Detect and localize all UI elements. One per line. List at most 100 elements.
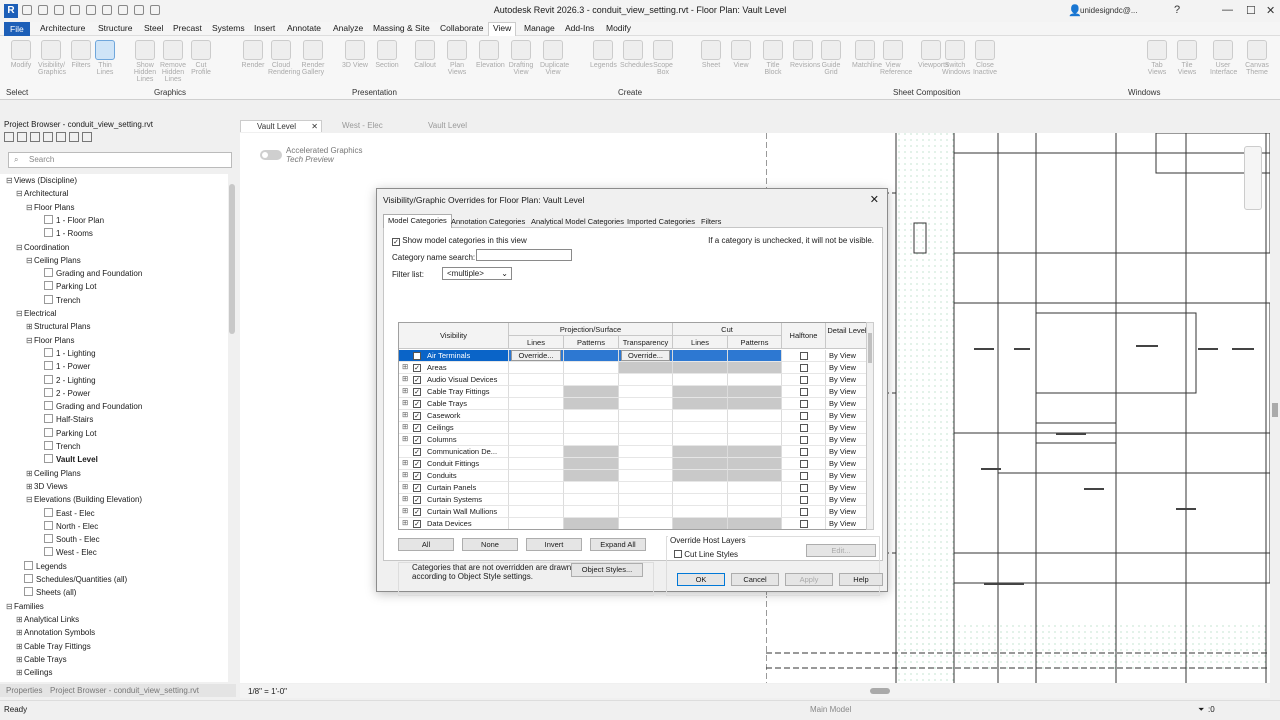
grid-cell[interactable]: Override... <box>619 350 673 362</box>
grid-cell[interactable] <box>564 362 619 374</box>
category-visibility-checkbox[interactable]: ✓ <box>413 412 421 420</box>
grid-cell[interactable] <box>782 398 826 410</box>
category-visibility-checkbox[interactable]: ✓ <box>413 436 421 444</box>
table-row[interactable]: ⊞ ✓ Cable Trays By View <box>399 398 869 410</box>
category-visibility-checkbox[interactable]: ✓ <box>413 484 421 492</box>
filter-icon[interactable]: ⏷ <box>1198 705 1204 715</box>
group-icon[interactable] <box>69 132 79 142</box>
grid-cell[interactable] <box>782 446 826 458</box>
table-row[interactable]: ⊞ ✓ Casework By View <box>399 410 869 422</box>
grid-cell[interactable] <box>782 410 826 422</box>
halftone-checkbox[interactable] <box>800 484 808 492</box>
grid-cell[interactable]: By View <box>826 386 869 398</box>
grid-cell[interactable] <box>564 350 619 362</box>
tree-node[interactable]: ⊞Structural Plans <box>26 321 90 333</box>
ribbon-tool-switch-windows[interactable]: Switch Windows <box>942 40 970 76</box>
project-browser-scrollbar[interactable] <box>228 174 236 682</box>
tree-expand-icon[interactable]: ⊟ <box>6 175 14 187</box>
grid-cell[interactable] <box>782 422 826 434</box>
grid-cell[interactable] <box>509 374 564 386</box>
grid-cell[interactable] <box>728 446 782 458</box>
tree-node[interactable]: ⊟Architectural <box>16 188 68 200</box>
grid-cell[interactable] <box>509 410 564 422</box>
grid-cell[interactable] <box>728 470 782 482</box>
row-expand-icon[interactable]: ⊞ <box>402 374 408 383</box>
ribbon-tool-render-gallery[interactable]: Render Gallery <box>300 40 326 76</box>
grid-cell[interactable]: By View <box>826 518 869 529</box>
accelerated-graphics-toggle[interactable] <box>260 150 282 160</box>
grid-cell[interactable] <box>564 434 619 446</box>
halftone-checkbox[interactable] <box>800 352 808 360</box>
grid-cell[interactable] <box>728 398 782 410</box>
tree-node[interactable]: ⊟Ceiling Plans <box>26 255 81 267</box>
category-search-input[interactable] <box>476 249 572 261</box>
halftone-checkbox[interactable] <box>800 460 808 468</box>
tree-node[interactable]: East - Elec <box>36 507 95 520</box>
halftone-checkbox[interactable] <box>800 376 808 384</box>
grid-cell[interactable] <box>782 434 826 446</box>
cancel-button[interactable]: Cancel <box>731 573 779 586</box>
family-icon[interactable] <box>56 132 66 142</box>
grid-cell[interactable] <box>782 494 826 506</box>
ribbon-tool-close-inactive[interactable]: Close Inactive <box>972 40 998 76</box>
invert-button[interactable]: Invert <box>526 538 582 551</box>
grid-cell[interactable] <box>728 458 782 470</box>
halftone-checkbox[interactable] <box>800 472 808 480</box>
tree-expand-icon[interactable]: ⊟ <box>26 202 34 214</box>
detail-level-value[interactable]: By View <box>829 459 856 468</box>
view-tab-west-elec[interactable]: West - Elec <box>326 120 410 132</box>
sheet-icon[interactable] <box>17 132 27 142</box>
tree-node[interactable]: ⊞Cable Tray Fittings <box>16 641 91 653</box>
grid-cell[interactable] <box>564 494 619 506</box>
tree-node[interactable]: Half-Stairs <box>36 414 93 426</box>
menu-structure[interactable]: Structure <box>94 23 137 33</box>
tree-expand-icon[interactable]: ⊞ <box>26 321 34 333</box>
grid-cell[interactable] <box>509 434 564 446</box>
ribbon-tool-view-reference[interactable]: View Reference <box>880 40 912 76</box>
ribbon-tool-legends[interactable]: Legends <box>590 40 617 69</box>
detail-level-value[interactable]: By View <box>829 387 856 396</box>
all-button[interactable]: All <box>398 538 454 551</box>
tree-expand-icon[interactable]: ⊟ <box>16 242 24 254</box>
grid-cell[interactable]: By View <box>826 494 869 506</box>
halftone-checkbox[interactable] <box>800 508 808 516</box>
tree-node[interactable]: Sheets (all) <box>16 587 76 599</box>
grid-cell[interactable] <box>782 362 826 374</box>
ribbon-tool-drafting-view[interactable]: Drafting View <box>508 40 534 76</box>
category-visibility-checkbox[interactable]: ✓ <box>413 388 421 396</box>
grid-cell[interactable] <box>782 374 826 386</box>
menu-collaborate[interactable]: Collaborate <box>436 23 487 33</box>
grid-cell[interactable] <box>728 410 782 422</box>
category-visibility-checkbox[interactable]: ✓ <box>413 400 421 408</box>
grid-cell[interactable]: By View <box>826 410 869 422</box>
ribbon-tool-cloud-rendering[interactable]: Cloud Rendering <box>268 40 300 76</box>
tree-node[interactable]: 2 - Power <box>36 387 90 400</box>
help-icon[interactable]: ? <box>1174 4 1180 16</box>
active-model[interactable]: Main Model <box>810 705 851 714</box>
tree-expand-icon[interactable]: ⊞ <box>16 654 24 666</box>
row-expand-icon[interactable]: ⊞ <box>402 482 408 491</box>
tree-node[interactable]: 1 - Floor Plan <box>36 214 104 227</box>
detail-level-value[interactable]: By View <box>829 351 856 360</box>
grid-cell[interactable] <box>564 506 619 518</box>
ribbon-tool-scope-box[interactable]: Scope Box <box>650 40 676 76</box>
row-expand-icon[interactable]: ⊞ <box>402 422 408 431</box>
grid-cell[interactable] <box>782 518 826 529</box>
detail-level-value[interactable]: By View <box>829 363 856 372</box>
tree-node[interactable]: South - Elec <box>36 534 100 546</box>
grid-cell[interactable] <box>619 374 673 386</box>
row-expand-icon[interactable]: ⊞ <box>402 494 408 503</box>
grid-cell[interactable] <box>728 434 782 446</box>
ribbon-tool-viewports[interactable]: Viewports <box>918 40 949 69</box>
grid-cell[interactable] <box>509 422 564 434</box>
grid-cell[interactable]: By View <box>826 362 869 374</box>
grid-cell[interactable]: By View <box>826 446 869 458</box>
row-expand-icon[interactable]: ⊞ <box>402 386 408 395</box>
detail-level-value[interactable]: By View <box>829 495 856 504</box>
tree-node[interactable]: ⊞Annotation Symbols <box>16 627 95 639</box>
grid-cell[interactable] <box>673 422 728 434</box>
grid-cell[interactable] <box>619 398 673 410</box>
override-button[interactable]: Override... <box>511 350 561 361</box>
grid-cell[interactable] <box>564 398 619 410</box>
ribbon-tool-show-hidden-lines[interactable]: Show Hidden Lines <box>132 40 158 83</box>
